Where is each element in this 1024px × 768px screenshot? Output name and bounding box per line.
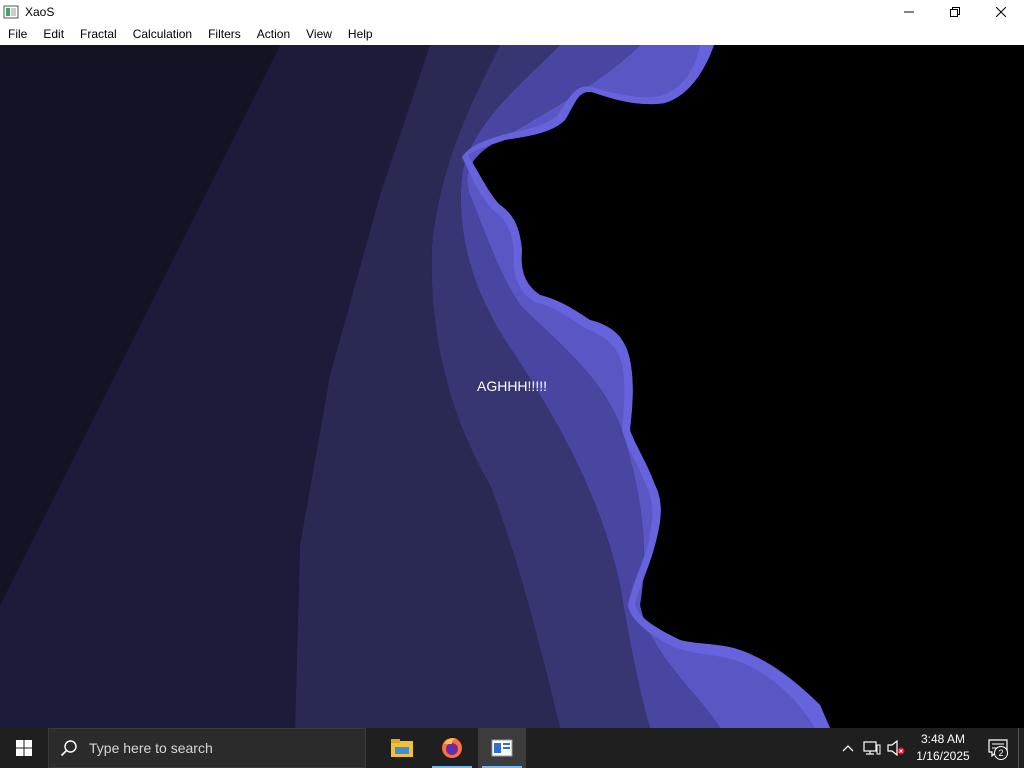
- xaos-app-icon: [491, 739, 513, 757]
- system-tray: 3:48 AM 1/16/2025 2: [836, 728, 1024, 768]
- minimize-icon: [904, 11, 914, 13]
- clock-date: 1/16/2025: [916, 749, 970, 763]
- taskbar-xaos[interactable]: [478, 728, 526, 768]
- menu-action[interactable]: Action: [249, 24, 298, 45]
- close-icon: [996, 7, 1006, 17]
- window-controls: [886, 0, 1024, 24]
- menu-fractal[interactable]: Fractal: [72, 24, 125, 45]
- restore-button[interactable]: [932, 0, 978, 24]
- menu-edit[interactable]: Edit: [35, 24, 72, 45]
- firefox-icon: [442, 738, 462, 758]
- menu-help[interactable]: Help: [340, 24, 381, 45]
- network-button[interactable]: [860, 728, 884, 768]
- menu-calculation[interactable]: Calculation: [125, 24, 200, 45]
- volume-muted-icon: [887, 740, 905, 756]
- chevron-up-icon: [842, 745, 854, 752]
- windows-logo-icon: [16, 740, 32, 756]
- taskbar-search[interactable]: Type here to search: [48, 728, 366, 768]
- search-placeholder: Type here to search: [89, 740, 213, 756]
- menu-filters[interactable]: Filters: [200, 24, 249, 45]
- close-button[interactable]: [978, 0, 1024, 24]
- menu-bar: File Edit Fractal Calculation Filters Ac…: [0, 24, 1024, 45]
- xaos-window-icon: [3, 4, 19, 20]
- window-title: XaoS: [25, 5, 55, 19]
- show-hidden-icons-button[interactable]: [836, 728, 860, 768]
- overlay-message: AGHHH!!!!!: [476, 378, 547, 394]
- title-bar: XaoS: [0, 0, 1024, 24]
- clock-time: 3:48 AM: [920, 732, 966, 746]
- restore-icon: [950, 7, 960, 17]
- menu-view[interactable]: View: [298, 24, 340, 45]
- start-button[interactable]: [0, 728, 48, 768]
- search-icon: [49, 728, 89, 768]
- file-explorer-icon: [391, 739, 413, 757]
- fractal-canvas[interactable]: AGHHH!!!!!: [0, 45, 1024, 728]
- action-center-button[interactable]: 2: [978, 728, 1018, 768]
- taskbar-firefox[interactable]: [428, 728, 476, 768]
- taskbar-clock[interactable]: 3:48 AM 1/16/2025: [908, 731, 978, 765]
- menu-file[interactable]: File: [0, 24, 35, 45]
- taskbar: Type here to search 3:48 AM 1/16/2025 2: [0, 728, 1024, 768]
- show-desktop-button[interactable]: [1018, 728, 1024, 768]
- taskbar-file-explorer[interactable]: [378, 728, 426, 768]
- volume-button[interactable]: [884, 728, 908, 768]
- notification-count-badge: 2: [994, 746, 1008, 760]
- network-icon: [863, 741, 881, 755]
- minimize-button[interactable]: [886, 0, 932, 24]
